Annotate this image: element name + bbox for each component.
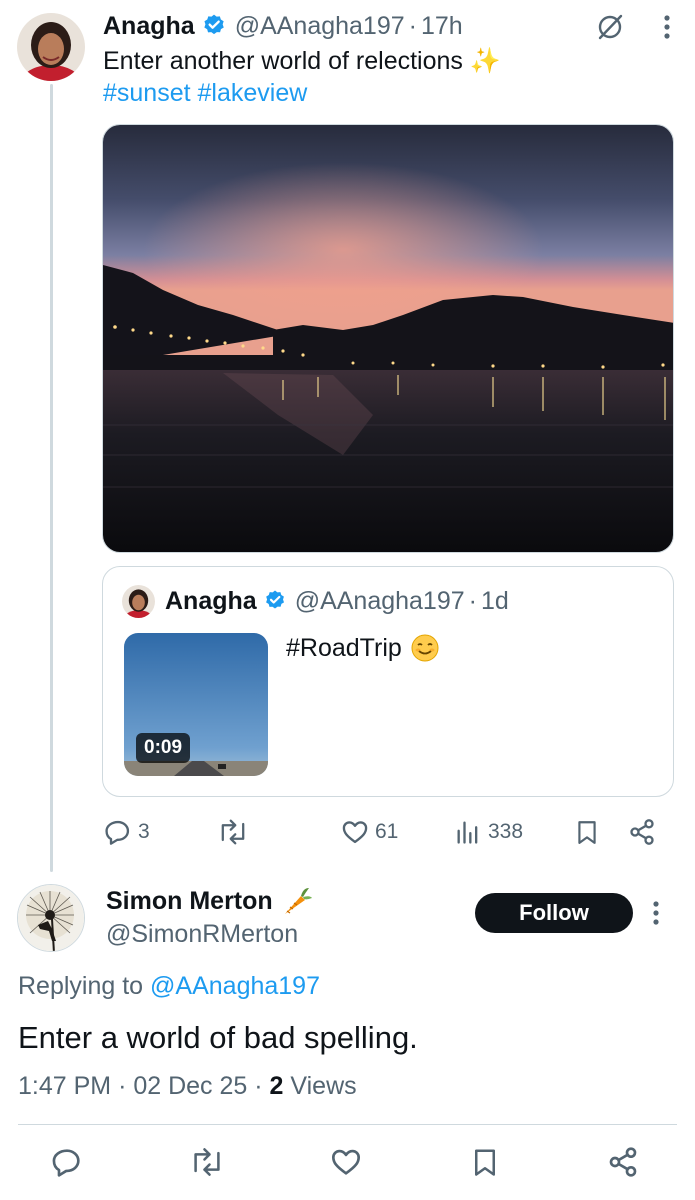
reply-author-handle[interactable]: @SimonRMerton [106,920,298,949]
bookmark-icon[interactable] [470,1146,500,1178]
views-count: 338 [488,820,524,843]
repost-icon [221,819,245,845]
quoted-author-name: Anagha [165,586,257,615]
tweet-photo[interactable] [102,124,674,553]
author-handle[interactable]: @AAnagha197 [235,12,405,41]
reply-time[interactable]: 1:47 PM [18,1072,111,1100]
video-duration-badge: 0:09 [136,733,191,763]
repost-button[interactable] [216,812,256,852]
bookmark-button[interactable] [574,812,606,852]
like-count: 61 [375,820,399,843]
quoted-author-avatar [122,584,155,618]
divider [18,1124,677,1125]
like-icon [342,821,368,844]
reply-action-bar [0,1146,695,1186]
more-vertical-icon[interactable] [663,14,671,40]
like-icon[interactable] [330,1146,362,1178]
share-button[interactable] [628,812,662,852]
bookmark-icon [578,821,596,844]
reply-body: Enter a world of bad spelling. [18,1020,418,1055]
quoted-tweet-header: Anagha @AAnagha197 · 1d [122,584,509,618]
verified-badge-icon [265,590,284,609]
carrot-emoji-icon [284,888,312,914]
smiling-face-emoji-icon [411,634,439,662]
reply-views-label: Views [290,1072,357,1100]
quoted-tweet-card[interactable]: Anagha @AAnagha197 · 1d 0:09 #RoadTrip [102,566,674,797]
hashtag-lakeview[interactable]: #lakeview [198,79,308,107]
reply-icon [105,820,130,845]
separator-dot: · [254,1072,263,1100]
quoted-tweet-time: 1d [480,586,509,615]
tweet-text: Enter another world of relections ✨ #sun… [103,45,663,109]
hashtag-sunset[interactable]: #sunset [103,79,191,107]
verified-badge-icon [204,14,224,35]
author-avatar[interactable] [17,13,85,81]
tweet-action-bar: 3 61 338 [104,812,660,852]
reply-author-avatar[interactable] [17,884,85,952]
separator-dot: · [408,11,417,40]
share-icon[interactable] [607,1146,639,1178]
reply-metadata: 1:47 PM · 02 Dec 25 · 2 Views [18,1072,357,1101]
share-icon [630,819,654,845]
tweet-top-actions [595,12,671,42]
tweet-header: Anagha @AAnagha197 · 17h [103,8,463,44]
separator-dot: · [468,586,477,615]
grok-icon[interactable] [595,12,625,42]
author-name[interactable]: Anagha [103,12,195,41]
reply-views-count: 2 [269,1072,284,1100]
reply-author-name[interactable]: Simon Merton [106,887,273,916]
views-icon [457,821,478,844]
tweet-body: Enter another world of relections ✨ [103,47,501,75]
more-vertical-icon[interactable] [652,900,660,926]
hashtag-list: #sunset #lakeview [103,77,663,109]
quoted-video-thumbnail[interactable]: 0:09 [124,633,268,776]
replying-to-line: Replying to @AAnagha197 [18,972,320,1001]
thread-connector-line [50,84,53,872]
reply-count: 3 [138,820,150,843]
quoted-tweet-text: #RoadTrip [286,633,440,663]
quoted-author-handle: @AAnagha197 [294,586,465,615]
follow-button[interactable]: Follow [475,893,633,933]
like-button[interactable]: 61 [341,812,398,852]
views-button[interactable]: 338 [454,812,523,852]
reply-author-name-row: Simon Merton [106,884,313,918]
tweet-time[interactable]: 17h [421,12,463,41]
repost-icon[interactable] [188,1146,226,1178]
quoted-tweet-body: #RoadTrip [286,633,402,662]
reply-date[interactable]: 02 Dec 25 [133,1072,247,1100]
reply-icon[interactable] [51,1146,83,1178]
reply-button[interactable]: 3 [104,812,150,852]
replying-prefix: Replying to [18,972,144,1000]
replying-to-mention[interactable]: @AAnagha197 [150,972,320,1000]
separator-dot: · [118,1072,127,1100]
